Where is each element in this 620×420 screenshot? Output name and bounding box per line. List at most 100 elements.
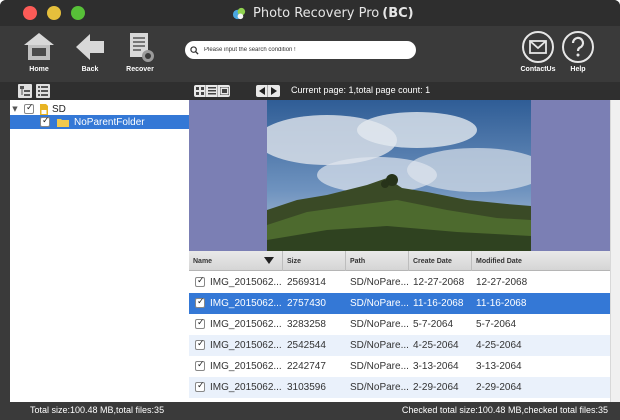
magnifier-icon xyxy=(190,45,199,55)
app-window: Photo Recovery Pro (BC) Home Back Recove… xyxy=(0,0,620,420)
tree-node-noparentfolder[interactable]: NoParentFolder xyxy=(10,115,189,129)
maximize-window-button[interactable] xyxy=(71,6,85,20)
cell-modified: 4-25-2064 xyxy=(476,340,522,351)
cell-create: 12-27-2068 xyxy=(413,277,465,288)
search-box[interactable] xyxy=(185,41,416,59)
cell-size: 2757430 xyxy=(287,298,326,309)
vertical-scrollbar[interactable] xyxy=(610,100,620,402)
cell-path: SD/NoPare... xyxy=(350,277,409,288)
cell-name: IMG_2015062... xyxy=(210,277,282,288)
next-page-button[interactable] xyxy=(268,85,280,97)
table-row[interactable]: IMG_2015062... 2757430 SD/NoPare... 11-16-2… xyxy=(189,293,610,314)
lines-icon xyxy=(207,87,216,95)
document-recover-icon xyxy=(130,33,154,62)
cell-size: 2542544 xyxy=(287,340,326,351)
cell-size: 2569314 xyxy=(287,277,326,288)
column-header-path[interactable]: Path xyxy=(346,251,409,271)
view-mode-switch xyxy=(194,85,230,97)
tree-label-sd: SD xyxy=(52,103,66,115)
triangle-left-icon xyxy=(258,87,265,95)
table-row[interactable]: IMG_2015062... 3283258 SD/NoPare... 5-7-206… xyxy=(189,314,610,335)
triangle-right-icon xyxy=(271,87,277,95)
folder-tree: ▼ SD NoParentFolder xyxy=(10,100,189,402)
minimize-window-button[interactable] xyxy=(47,6,61,20)
tree-view-bar xyxy=(0,82,189,100)
recover-label: Recover xyxy=(126,66,154,73)
cell-path: SD/NoPare... xyxy=(350,340,409,351)
toolbar: Home Back Recover Please input the searc… xyxy=(0,26,620,82)
status-bar: Total size:100.48 MB,total files:35 Chec… xyxy=(0,402,620,420)
pager-bar: Current page: 1,total page count: 1 xyxy=(189,82,620,100)
table-row[interactable]: IMG_2015062... 2569314 SD/NoPare... 12-27-2… xyxy=(189,272,610,293)
table-row[interactable]: IMG_2015062... 2242747 SD/NoPare... 3-13-20… xyxy=(189,356,610,377)
sd-card-icon xyxy=(40,103,48,115)
cell-size: 3103596 xyxy=(287,382,326,393)
column-header-size[interactable]: Size xyxy=(283,251,346,271)
list-view-icon[interactable] xyxy=(36,84,50,98)
cell-size: 2242747 xyxy=(287,361,326,372)
close-window-button[interactable] xyxy=(23,6,37,20)
home-label: Home xyxy=(29,66,49,73)
cell-size: 3283258 xyxy=(287,319,326,330)
cell-modified: 3-13-2064 xyxy=(476,361,522,372)
cell-name: IMG_2015062... xyxy=(210,382,282,393)
house-icon xyxy=(24,33,54,60)
tree-view-icon[interactable] xyxy=(18,84,32,98)
tree-node-sd[interactable]: ▼ SD xyxy=(10,102,189,116)
row-checkbox[interactable] xyxy=(195,318,205,329)
tree-checkbox-noparentfolder[interactable] xyxy=(40,116,50,127)
column-header-name[interactable]: Name xyxy=(189,251,283,271)
cell-name: IMG_2015062... xyxy=(210,361,282,372)
page-status-text: Current page: 1,total page count: 1 xyxy=(291,85,431,95)
title-bar: Photo Recovery Pro (BC) xyxy=(0,0,620,26)
cell-name: IMG_2015062... xyxy=(210,319,282,330)
table-row[interactable]: IMG_2015062... 3103596 SD/NoPare... 2-29-20… xyxy=(189,377,610,398)
row-checkbox[interactable] xyxy=(195,339,205,350)
window-title: Photo Recovery Pro (BC) xyxy=(232,5,414,21)
table-header: Name Size Path Create Date Modified Date xyxy=(189,251,610,271)
thumbnail-view-button[interactable] xyxy=(194,85,206,97)
file-table: Name Size Path Create Date Modified Date… xyxy=(189,251,610,402)
prev-page-button[interactable] xyxy=(256,85,268,97)
row-checkbox[interactable] xyxy=(195,276,205,287)
column-header-modified-date[interactable]: Modified Date xyxy=(472,251,610,271)
home-button[interactable]: Home xyxy=(14,30,64,78)
envelope-icon xyxy=(522,31,554,63)
cell-path: SD/NoPare... xyxy=(350,382,409,393)
folder-icon xyxy=(57,118,69,127)
app-logo-icon xyxy=(232,7,246,19)
back-label: Back xyxy=(81,66,99,73)
question-mark-icon xyxy=(562,31,594,63)
preview-photo xyxy=(267,100,531,251)
cell-modified: 11-16-2068 xyxy=(476,298,527,309)
image-preview-pane xyxy=(189,100,610,251)
cell-path: SD/NoPare... xyxy=(350,319,409,330)
window-title-suffix: (BC) xyxy=(382,5,414,21)
recover-button[interactable]: Recover xyxy=(115,30,165,78)
window-title-text: Photo Recovery Pro xyxy=(253,5,380,21)
cell-modified: 2-29-2064 xyxy=(476,382,522,393)
cell-create: 11-16-2068 xyxy=(413,298,464,309)
page-nav xyxy=(256,85,280,97)
tree-label-noparentfolder: NoParentFolder xyxy=(74,116,145,128)
cell-create: 4-25-2064 xyxy=(413,340,459,351)
search-input[interactable] xyxy=(204,47,404,53)
total-size-status: Total size:100.48 MB,total files:35 xyxy=(30,405,165,415)
row-checkbox[interactable] xyxy=(195,360,205,371)
cell-modified: 12-27-2068 xyxy=(476,277,528,288)
row-checkbox[interactable] xyxy=(195,297,205,308)
back-button[interactable]: Back xyxy=(65,30,115,78)
help-button[interactable]: Help xyxy=(553,30,603,78)
grid-icon xyxy=(195,87,204,95)
list-view-button[interactable] xyxy=(206,85,218,97)
column-header-create-date[interactable]: Create Date xyxy=(409,251,472,271)
preview-icon xyxy=(219,87,229,95)
cell-path: SD/NoPare... xyxy=(350,298,409,309)
row-checkbox[interactable] xyxy=(195,381,205,392)
preview-view-button[interactable] xyxy=(218,85,230,97)
table-row[interactable]: IMG_2015062... 2542544 SD/NoPare... 4-25-20… xyxy=(189,335,610,356)
tree-checkbox-sd[interactable] xyxy=(24,103,34,114)
cell-create: 3-13-2064 xyxy=(413,361,459,372)
expand-arrow-icon[interactable]: ▼ xyxy=(10,105,20,113)
contact-us-label: ContactUs xyxy=(520,66,556,73)
